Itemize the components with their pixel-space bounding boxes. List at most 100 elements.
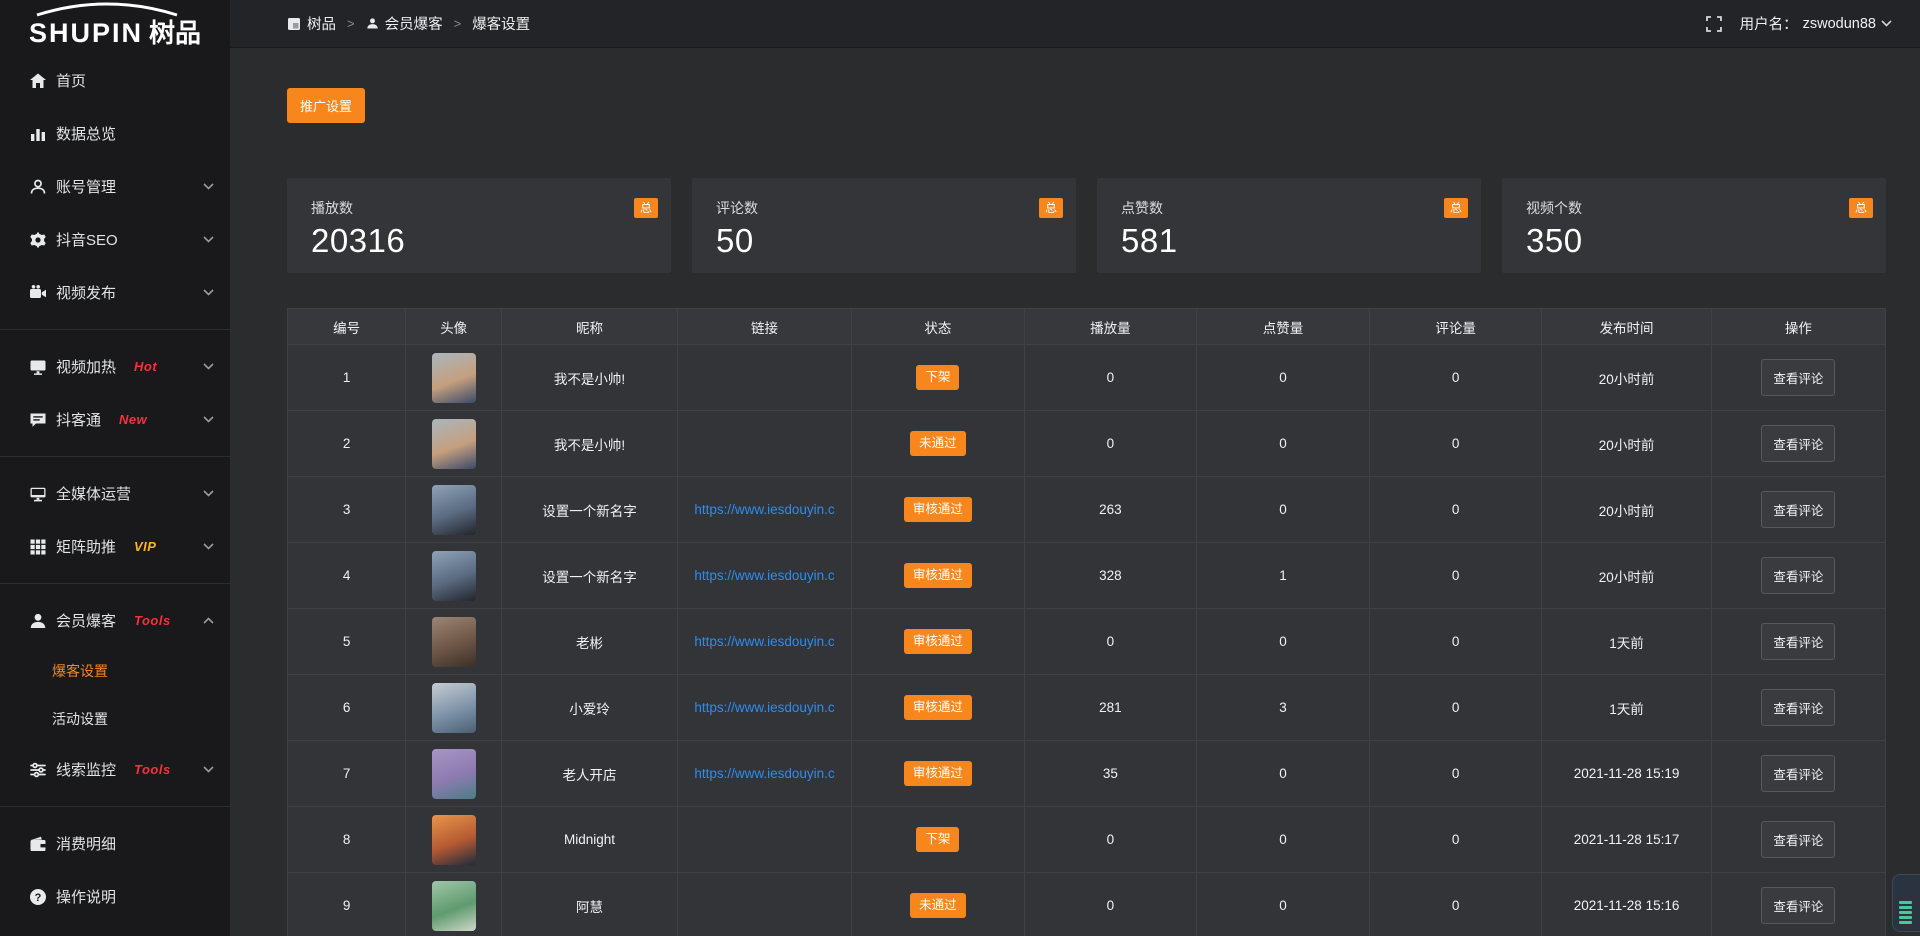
sidebar-item-douyin-seo[interactable]: 抖音SEO	[0, 213, 230, 266]
cell-action: 查看评论	[1711, 345, 1885, 411]
sidebar-subitem-baoke-settings[interactable]: 爆客设置	[0, 647, 230, 695]
view-comments-button[interactable]: 查看评论	[1761, 821, 1835, 858]
sidebar-item-operation-guide[interactable]: ? 操作说明	[0, 870, 230, 923]
video-link[interactable]: https://www.iesdouyin.c	[686, 700, 843, 715]
cell-plays: 0	[1024, 345, 1197, 411]
sidebar-item-account-manage[interactable]: 账号管理	[0, 160, 230, 213]
sidebar-item-home[interactable]: 首页	[0, 54, 230, 107]
video-link[interactable]: https://www.iesdouyin.c	[686, 634, 843, 649]
cell-avatar	[406, 345, 502, 411]
status-badge: 审核通过	[904, 629, 972, 654]
sidebar-item-consume-detail[interactable]: 消费明细	[0, 817, 230, 870]
sidebar: SHUPIN 树品 首页 数据总览 账号管理 抖音SEO	[0, 0, 230, 936]
status-badge: 未通过	[910, 893, 966, 918]
cell-time: 2021-11-28 15:19	[1542, 741, 1711, 807]
status-badge: 下架	[916, 365, 959, 390]
view-comments-button[interactable]: 查看评论	[1761, 425, 1835, 462]
sidebar-item-tag: Tools	[134, 762, 171, 777]
sidebar-divider	[0, 583, 230, 584]
sidebar-item-video-publish[interactable]: 视频发布	[0, 266, 230, 319]
user-solid-icon	[28, 611, 47, 630]
view-comments-button[interactable]: 查看评论	[1761, 557, 1835, 594]
avatar	[432, 419, 476, 469]
cell-action: 查看评论	[1711, 675, 1885, 741]
view-comments-button[interactable]: 查看评论	[1761, 755, 1835, 792]
column-header-avatar: 头像	[406, 309, 502, 345]
sidebar-item-douketong[interactable]: 抖客通 New	[0, 393, 230, 446]
video-link[interactable]: https://www.iesdouyin.c	[686, 568, 843, 583]
cell-action: 查看评论	[1711, 873, 1885, 936]
cell-likes: 0	[1197, 873, 1370, 936]
cell-comments: 0	[1369, 609, 1542, 675]
brand-logo[interactable]: SHUPIN 树品	[0, 0, 230, 50]
user-menu[interactable]: 用户名：zswodun88	[1740, 13, 1892, 34]
stat-card: 评论数 50 总	[692, 178, 1076, 273]
sidebar-item-label: 操作说明	[56, 886, 116, 907]
total-badge: 总	[634, 198, 658, 218]
sidebar-item-label: 视频加热	[56, 356, 116, 377]
sidebar-item-clue-monitor[interactable]: 线索监控 Tools	[0, 743, 230, 796]
cell-comments: 0	[1369, 675, 1542, 741]
video-link[interactable]: https://www.iesdouyin.c	[686, 766, 843, 781]
cell-id: 7	[288, 741, 406, 807]
chevron-down-icon	[203, 183, 214, 190]
cell-nickname: 阿慧	[502, 873, 678, 936]
sidebar-subitem-activity-settings[interactable]: 活动设置	[0, 695, 230, 743]
cell-id: 8	[288, 807, 406, 873]
chevron-down-icon	[203, 543, 214, 550]
total-badge: 总	[1444, 198, 1468, 218]
fullscreen-icon[interactable]	[1706, 16, 1722, 32]
column-header-comments: 评论量	[1369, 309, 1542, 345]
sidebar-item-data-overview[interactable]: 数据总览	[0, 107, 230, 160]
cell-nickname: 老人开店	[502, 741, 678, 807]
stat-card-label: 视频个数	[1526, 198, 1862, 218]
chevron-down-icon	[203, 766, 214, 773]
breadcrumb-item-shupin[interactable]: 树品	[287, 13, 336, 34]
status-badge: 下架	[916, 827, 959, 852]
view-comments-button[interactable]: 查看评论	[1761, 689, 1835, 726]
breadcrumb-item-baoke-settings[interactable]: 爆客设置	[472, 13, 530, 34]
sidebar-item-matrix-boost[interactable]: 矩阵助推 VIP	[0, 520, 230, 573]
view-comments-button[interactable]: 查看评论	[1761, 623, 1835, 660]
stat-card-value: 350	[1526, 222, 1862, 260]
cell-time: 1天前	[1542, 609, 1711, 675]
view-comments-button[interactable]: 查看评论	[1761, 359, 1835, 396]
cell-action: 查看评论	[1711, 411, 1885, 477]
table-wrap: 编号头像昵称链接状态播放量点赞量评论量发布时间操作 1 我不是小帅! 下架 0 …	[287, 308, 1886, 936]
bar-chart-icon	[28, 124, 47, 143]
sidebar-item-tag: New	[119, 412, 147, 427]
column-header-time: 发布时间	[1542, 309, 1711, 345]
brand-name-en: SHUPIN	[29, 18, 143, 49]
floating-widget[interactable]	[1892, 874, 1920, 932]
cell-status: 审核通过	[852, 675, 1025, 741]
view-comments-button[interactable]: 查看评论	[1761, 491, 1835, 528]
sidebar-item-video-heat[interactable]: 视频加热 Hot	[0, 340, 230, 393]
status-badge: 审核通过	[904, 497, 972, 522]
cell-comments: 0	[1369, 873, 1542, 936]
brand-name-cn: 树品	[149, 13, 201, 50]
logo-arc-icon	[31, 1, 183, 17]
stat-cards: 播放数 20316 总 评论数 50 总 点赞数 581 总 视频个数 350 …	[287, 178, 1886, 273]
stat-card-value: 50	[716, 222, 1052, 260]
cell-likes: 1	[1197, 543, 1370, 609]
video-camera-icon	[28, 283, 47, 302]
avatar	[432, 485, 476, 535]
table-row: 3 设置一个新名字 https://www.iesdouyin.c 审核通过 2…	[288, 477, 1886, 543]
breadcrumb-item-member-baoke[interactable]: 会员爆客	[366, 13, 443, 34]
table-row: 2 我不是小帅! 未通过 0 0 0 20小时前 查看评论	[288, 411, 1886, 477]
cell-likes: 0	[1197, 609, 1370, 675]
sidebar-item-label: 首页	[56, 70, 86, 91]
promo-settings-button[interactable]: 推广设置	[287, 88, 365, 123]
sidebar-item-label: 线索监控	[56, 759, 116, 780]
cell-time: 20小时前	[1542, 477, 1711, 543]
chevron-up-icon	[203, 617, 214, 624]
video-link[interactable]: https://www.iesdouyin.c	[686, 502, 843, 517]
user-icon	[366, 17, 379, 30]
sidebar-item-all-media-operation[interactable]: 全媒体运营	[0, 467, 230, 520]
sidebar-item-member-baoke[interactable]: 会员爆客 Tools	[0, 594, 230, 647]
cell-id: 5	[288, 609, 406, 675]
avatar	[432, 683, 476, 733]
column-header-action: 操作	[1711, 309, 1885, 345]
view-comments-button[interactable]: 查看评论	[1761, 887, 1835, 924]
cell-comments: 0	[1369, 477, 1542, 543]
